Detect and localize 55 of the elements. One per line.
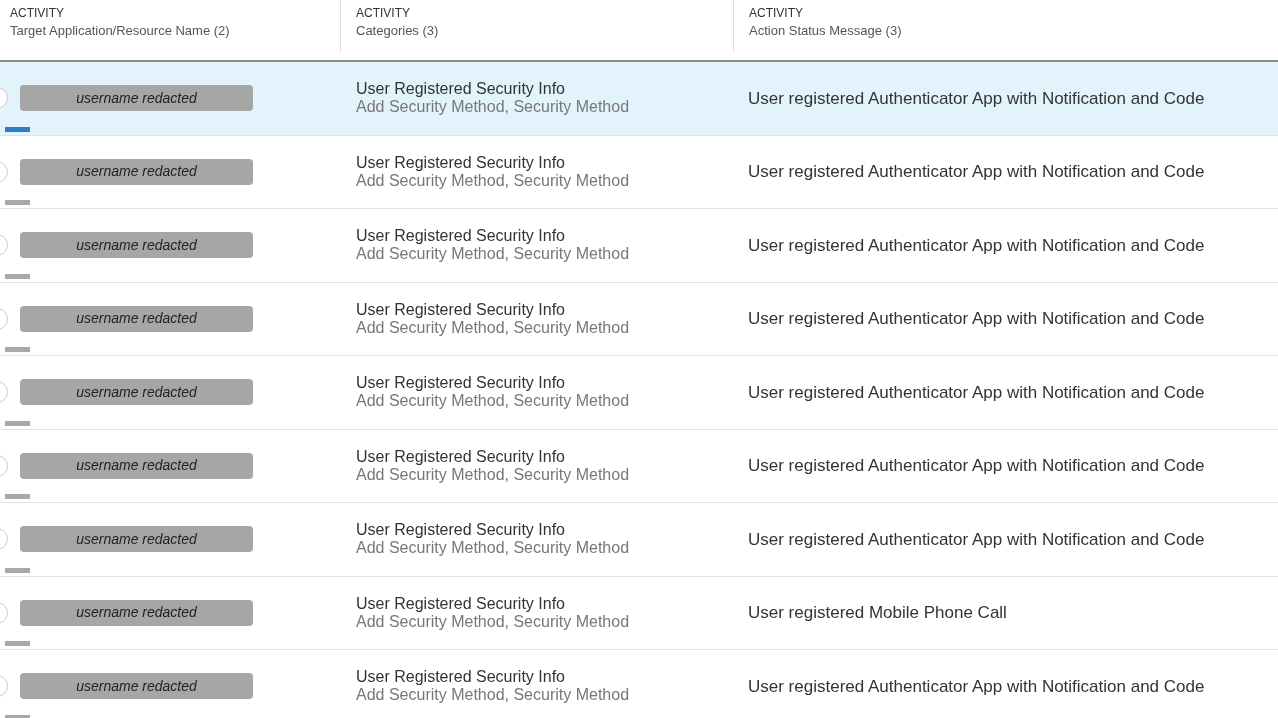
column-group: ACTIVITY — [10, 5, 230, 21]
redacted-username: username redacted — [20, 305, 253, 332]
activity-name: User Registered Security Info — [356, 521, 566, 540]
activity-categories: Add Security Method, Security Method — [356, 171, 631, 190]
redacted-username: username redacted — [20, 379, 253, 406]
status-message: User registered Authenticator App with Notification and Code — [748, 456, 1205, 475]
redacted-username: username redacted — [20, 452, 253, 479]
row-indicator — [5, 420, 30, 426]
status-message: User registered Authenticator App with Notification and Code — [748, 382, 1205, 402]
redacted-username: username redacted — [20, 158, 253, 185]
redacted-username: username redacted — [20, 526, 253, 553]
activity-name: User Registered Security Info — [356, 374, 566, 393]
activity-categories: Add Security Method, Security Method — [356, 245, 631, 264]
activity-name: User Registered Security Info — [356, 153, 566, 172]
column-group: ACTIVITY — [356, 5, 439, 21]
column-label: Categories (3) — [356, 22, 439, 40]
activity-name: User Registered Security Info — [356, 668, 566, 687]
status-message: User registered Authenticator App with Notification and Code — [748, 235, 1205, 255]
activity-name: User Registered Security Info — [356, 594, 566, 613]
row-indicator — [5, 347, 30, 352]
redacted-username: username redacted — [20, 232, 253, 259]
activity-categories: Add Security Method, Security Method — [356, 539, 631, 558]
redacted-username: username redacted — [20, 673, 253, 700]
row-indicator — [5, 126, 30, 132]
status-message: User registered Authenticator App with Notification and Code — [748, 529, 1205, 549]
activity-categories: Add Security Method, Security Method — [356, 612, 631, 631]
column-header[interactable]: ACTIVITY Target Application/Resource Name (2) — [0, 0, 230, 60]
table-row[interactable]: username redacted User Registered Security Info Add Security Method, Security Method User registered Authenticator App with Notification and Code — [0, 62, 1278, 136]
column-label: Target Application/Resource Name (2) — [10, 22, 230, 40]
activity-name: User Registered Security Info — [356, 227, 566, 246]
status-message: User registered Authenticator App with Notification and Code — [748, 676, 1205, 696]
row-indicator — [5, 641, 30, 646]
status-message: User registered Mobile Phone Call — [748, 603, 1007, 622]
row-indicator — [5, 200, 30, 205]
row-indicator — [5, 567, 30, 573]
column-header[interactable]: ACTIVITY Action Status Message (3) — [749, 0, 902, 60]
redacted-username: username redacted — [20, 85, 253, 112]
activity-categories: Add Security Method, Security Method — [356, 98, 631, 117]
row-indicator — [5, 273, 30, 279]
column-header[interactable]: ACTIVITY Categories (3) — [356, 0, 439, 60]
activity-categories: Add Security Method, Security Method — [356, 686, 631, 705]
activity-categories: Add Security Method, Security Method — [356, 392, 631, 411]
status-message: User registered Authenticator App with Notification and Code — [748, 88, 1205, 108]
activity-name: User Registered Security Info — [356, 447, 566, 466]
activity-categories: Add Security Method, Security Method — [356, 318, 631, 337]
row-indicator — [5, 494, 30, 499]
activity-name: User Registered Security Info — [356, 300, 566, 319]
status-message: User registered Authenticator App with Notification and Code — [748, 309, 1205, 328]
column-group: ACTIVITY — [749, 5, 902, 21]
column-label: Action Status Message (3) — [749, 22, 902, 40]
row-indicator — [5, 714, 30, 718]
activity-categories: Add Security Method, Security Method — [356, 465, 631, 484]
status-message: User registered Authenticator App with Notification and Code — [748, 162, 1205, 181]
activity-name: User Registered Security Info — [356, 80, 566, 99]
redacted-username: username redacted — [20, 599, 253, 626]
